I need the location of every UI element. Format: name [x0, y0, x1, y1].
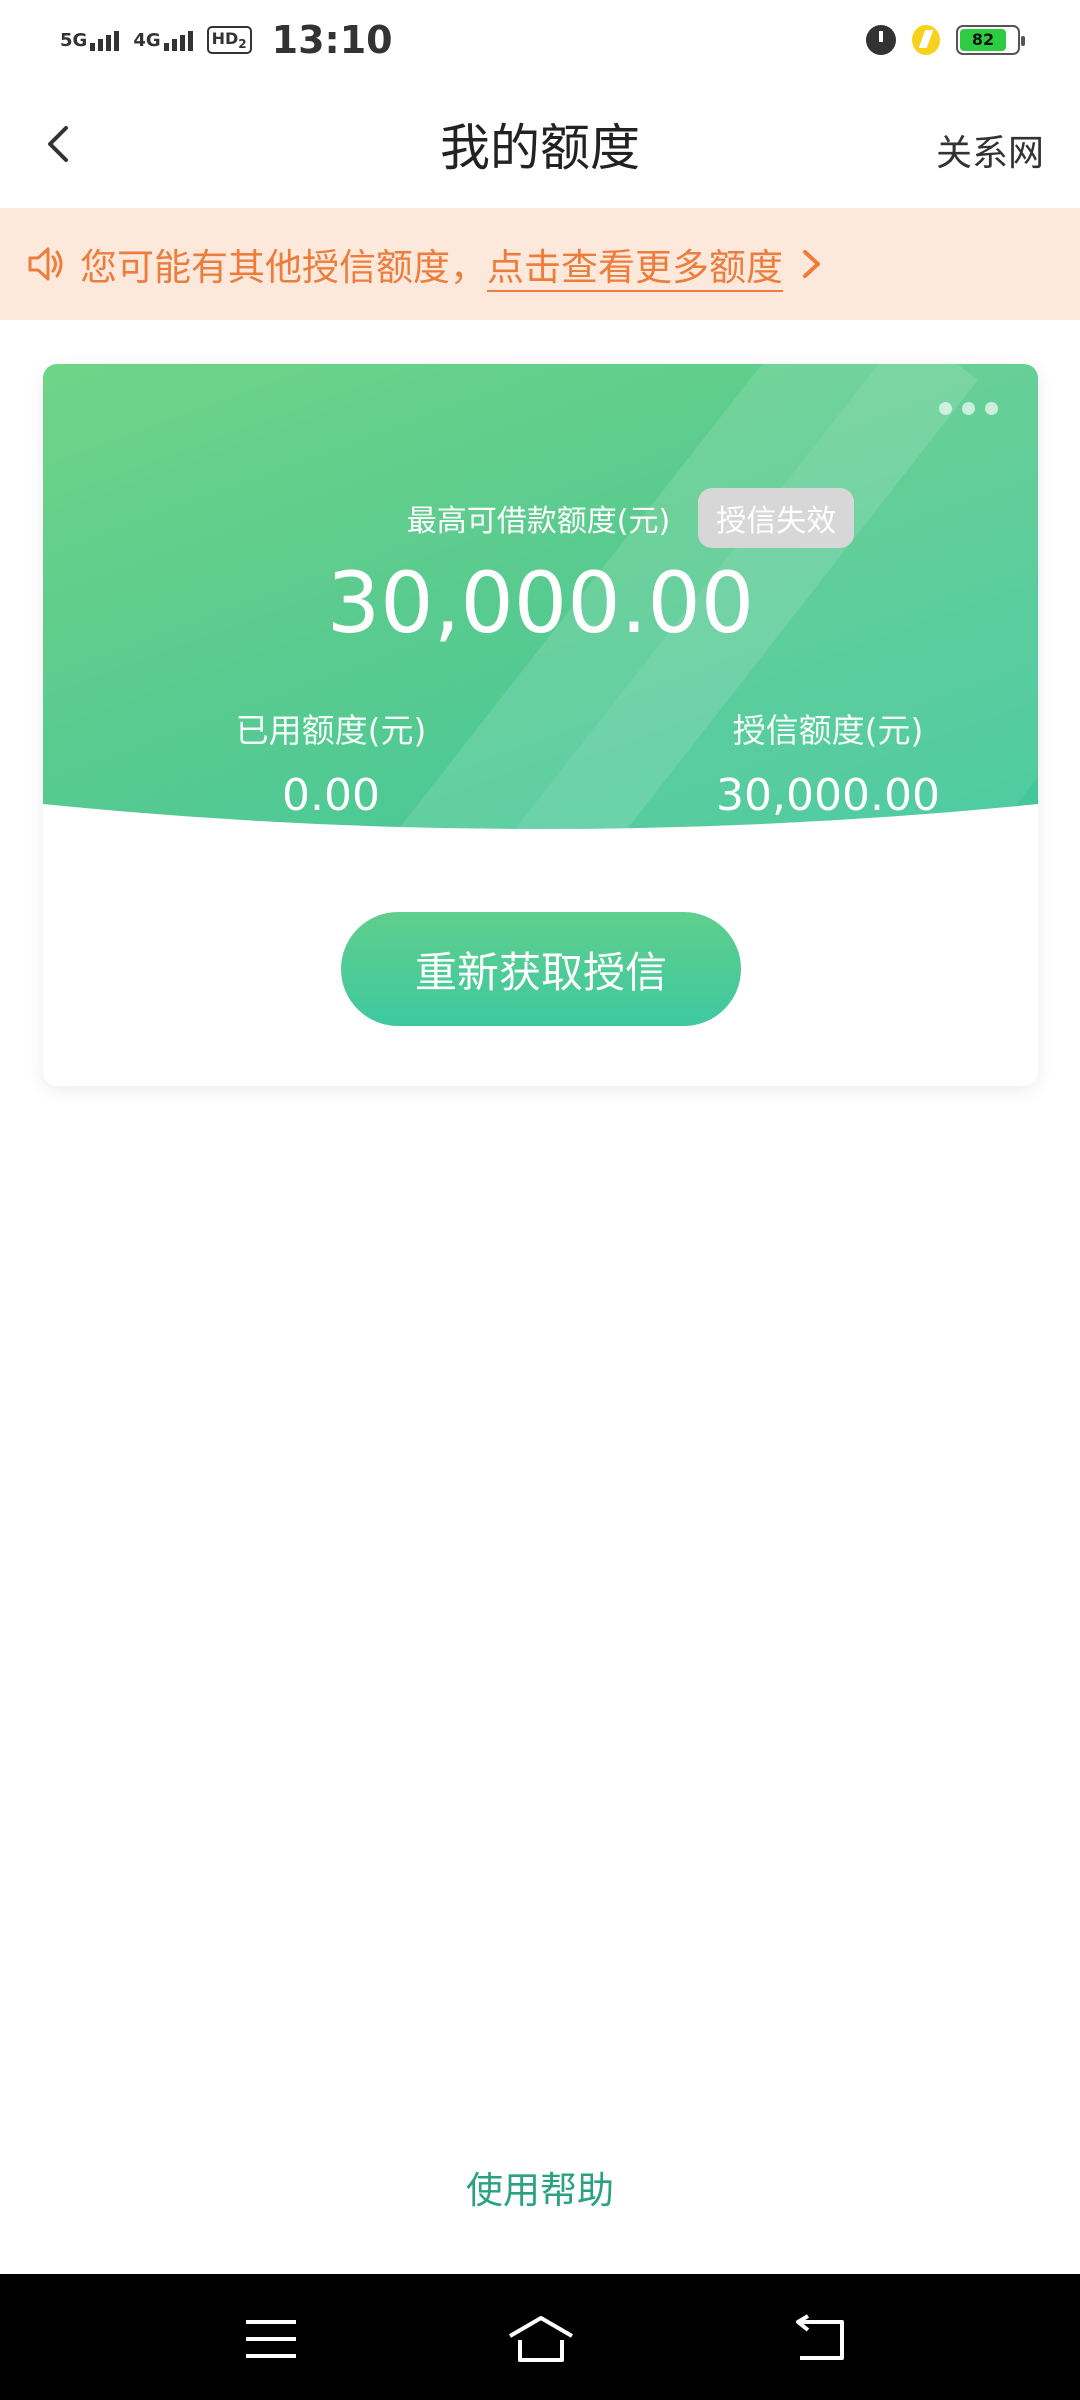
max-limit-row: 最高可借款额度(元) 授信失效 — [43, 488, 1038, 548]
home-icon[interactable] — [506, 2314, 576, 2364]
status-left: 5G 4G HD2 13:10 — [60, 18, 393, 62]
menu-icon[interactable] — [236, 2314, 306, 2364]
back-icon[interactable] — [40, 124, 80, 164]
notice-bar[interactable]: 您可能有其他授信额度， 点击查看更多额度 — [0, 208, 1080, 320]
battery-icon: 82 — [956, 25, 1025, 55]
used-limit-label: 已用额度(元) — [235, 711, 427, 750]
hd-sub: 2 — [238, 37, 247, 52]
credit-card: 最高可借款额度(元) 授信失效 30,000.00 已用额度(元) 0.00 授… — [43, 364, 1038, 1086]
hd-voice-icon: HD2 — [206, 26, 252, 54]
max-limit-label: 最高可借款额度(元) — [406, 504, 671, 539]
clock: 13:10 — [271, 18, 393, 62]
status-right: 82 — [866, 25, 1025, 55]
credit-card-banner: 最高可借款额度(元) 授信失效 30,000.00 已用额度(元) 0.00 授… — [43, 364, 1038, 844]
max-limit-amount: 30,000.00 — [326, 554, 755, 652]
back-nav-icon[interactable] — [786, 2314, 856, 2364]
more-icon[interactable] — [939, 402, 998, 415]
network-label-5g: 5G — [60, 30, 88, 51]
battery-level: 82 — [960, 29, 1006, 51]
reacquire-credit-button[interactable]: 重新获取授信 — [341, 912, 741, 1026]
signal-4g-icon: 4G — [133, 29, 193, 51]
app-header: 我的额度 关系网 — [0, 80, 1080, 208]
hd-label: HD — [211, 29, 239, 48]
charging-icon — [912, 25, 940, 55]
chevron-right-icon — [803, 250, 820, 278]
status-bar: 5G 4G HD2 13:10 82 — [0, 0, 1080, 80]
banner-wave — [43, 804, 1038, 844]
relation-network-link[interactable]: 关系网 — [936, 124, 1044, 176]
status-badge: 授信失效 — [698, 488, 855, 548]
help-link[interactable]: 使用帮助 — [0, 2160, 1080, 2214]
credit-limit-label: 授信额度(元) — [732, 711, 924, 750]
system-nav-bar — [0, 2274, 1080, 2400]
notice-more-link[interactable]: 点击查看更多额度 — [487, 237, 783, 291]
network-label-4g: 4G — [133, 30, 161, 51]
notice-text: 您可能有其他授信额度， — [80, 246, 487, 289]
page-title: 我的额度 — [440, 119, 640, 177]
alarm-icon — [866, 25, 896, 55]
speaker-icon — [28, 247, 63, 281]
signal-5g-icon: 5G — [60, 29, 120, 51]
